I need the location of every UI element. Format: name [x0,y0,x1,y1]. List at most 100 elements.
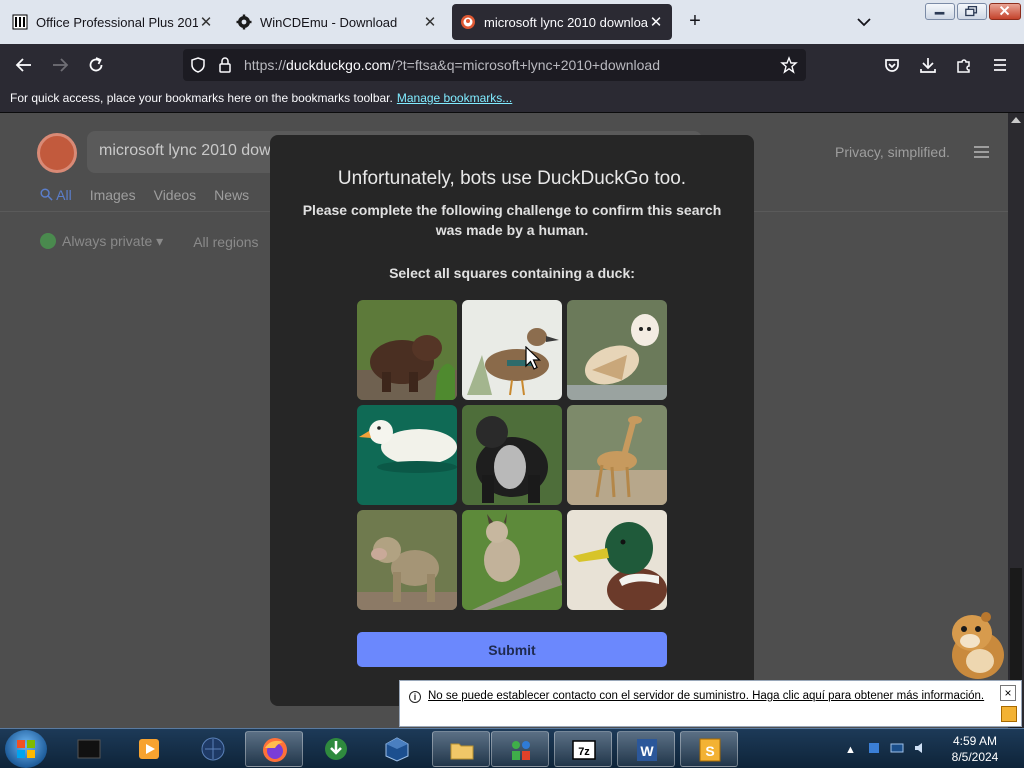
network-people-icon [512,741,530,760]
tab-duckduckgo[interactable]: microsoft lync 2010 download a ✕ [452,4,672,40]
tile-gorilla[interactable] [462,405,562,505]
tile-lynx[interactable] [462,510,562,610]
taskbar-7zip[interactable]: 7z [554,731,612,767]
page-menu-icon[interactable] [974,146,989,158]
tab-title: WinCDEmu - Download [260,14,398,30]
7zip-icon: 7z [572,740,596,760]
taskbar-terminal[interactable] [60,731,118,767]
giraffe-image [567,405,667,505]
taskbar-network-tool[interactable] [491,731,549,767]
lock-icon[interactable] [217,56,233,74]
back-arrow-icon[interactable] [14,55,34,75]
notification-message[interactable]: No se puede establecer contacto con el s… [428,690,984,702]
notification-balloon[interactable]: i No se puede establecer contacto con el… [399,680,1022,727]
caret-down-icon: ▾ [156,233,164,249]
address-bar[interactable]: https://duckduckgo.com/?t=ftsa&q=microso… [183,49,806,81]
url-host: duckduckgo.com [286,57,392,73]
volume-icon[interactable] [913,741,927,755]
bot-challenge-dialog: Unfortunately, bots use DuckDuckGo too. … [270,135,754,706]
bookmarks-hint: For quick access, place your bookmarks h… [10,91,393,105]
tile-baboon[interactable] [357,510,457,610]
taskbar-download-manager[interactable] [307,731,365,767]
image-grid [357,300,667,610]
hamster-mascot-icon [952,612,1004,679]
mouse-cursor-icon [525,346,541,370]
close-tab-icon[interactable]: ✕ [422,13,438,31]
tab-office[interactable]: Office Professional Plus 2010 w ✕ [4,4,222,40]
new-tab-button[interactable]: + [684,10,706,32]
tile-duck-1[interactable] [462,300,562,400]
close-window-button[interactable] [989,3,1021,20]
search-query: microsoft lync 2010 dow [99,142,271,159]
tab-wincdemu[interactable]: WinCDEmu - Download ✕ [228,4,446,40]
minimize-icon [934,11,945,15]
menu-hamburger-icon[interactable] [990,55,1010,75]
pocket-icon[interactable] [882,55,902,75]
restore-window-button[interactable] [957,3,987,20]
taskbar-word[interactable]: W [617,731,675,767]
tab-title: Office Professional Plus 2010 w [36,14,198,30]
region-filter[interactable]: All regions [193,234,258,250]
star-bookmark-icon[interactable] [780,56,798,74]
shield-icon[interactable] [189,56,207,74]
scroll-up-icon[interactable] [1011,117,1021,123]
tab-title: microsoft lync 2010 download a [484,14,648,30]
taskbar-sublime[interactable]: S [680,731,738,767]
firefox-icon [263,738,287,762]
taskbar-system-monitor[interactable] [184,731,242,767]
tile-duck-2[interactable] [357,405,457,505]
close-tab-icon[interactable]: ✕ [648,13,664,31]
extensions-puzzle-icon[interactable] [954,55,974,75]
url-text[interactable]: https://duckduckgo.com/?t=ftsa&q=microso… [244,57,660,73]
taskbar-explorer[interactable] [432,731,490,767]
tab-all-label: All [56,187,72,203]
manage-bookmarks-link[interactable]: Manage bookmarks... [397,91,512,105]
url-path: /?t=ftsa&q=microsoft+lync+2010+download [391,57,660,73]
search-filters: Always private ▾ All regions [40,233,259,250]
url-scheme: https:// [244,57,287,73]
chevron-down-icon[interactable] [854,12,874,32]
privacy-filter[interactable]: Always private ▾ [40,233,163,250]
virtualbox-icon [385,737,409,762]
forward-arrow-icon[interactable] [50,55,70,75]
tab-all[interactable]: All [40,187,72,203]
taskbar-media-player[interactable] [120,731,178,767]
reload-icon[interactable] [86,55,106,75]
tile-giraffe[interactable] [567,405,667,505]
taskbar-virtualbox[interactable] [368,731,426,767]
media-player-icon [139,739,159,759]
duckduckgo-logo[interactable] [37,133,77,173]
taskbar-clock[interactable]: 4:59 AM 8/5/2024 [940,733,1010,765]
tile-owl[interactable] [567,300,667,400]
tab-images[interactable]: Images [90,187,136,203]
submit-button[interactable]: Submit [357,632,667,667]
library-icon [12,14,28,30]
page-scrollbar[interactable] [1008,113,1024,728]
tab-news[interactable]: News [214,187,249,203]
duckduckgo-icon [461,15,475,29]
download-icon[interactable] [918,55,938,75]
taskbar-firefox[interactable] [245,731,303,767]
white-duck-image [357,405,457,505]
gorilla-image [462,405,562,505]
tile-mallard[interactable] [567,510,667,610]
privacy-filter-label: Always private [62,233,153,249]
close-notification-button[interactable]: × [1000,685,1016,701]
system-tray: ▲ [845,741,927,756]
clock-time: 4:59 AM [952,734,998,748]
tab-videos[interactable]: Videos [154,187,197,203]
tile-bear[interactable] [357,300,457,400]
svg-text:S: S [705,743,714,759]
svg-text:W: W [640,743,654,759]
close-tab-icon[interactable]: ✕ [198,13,214,31]
bear-image [357,300,457,400]
network-icon[interactable] [890,741,904,755]
start-button[interactable] [5,730,47,768]
minimize-window-button[interactable] [925,3,955,20]
tray-app-icon[interactable] [867,741,881,755]
tray-expand-icon[interactable]: ▲ [845,744,856,756]
check-circle-icon [40,233,56,249]
bookmarks-toolbar: For quick access, place your bookmarks h… [0,86,1024,113]
globe-icon [201,737,225,761]
mallard-duck-image [567,510,667,610]
